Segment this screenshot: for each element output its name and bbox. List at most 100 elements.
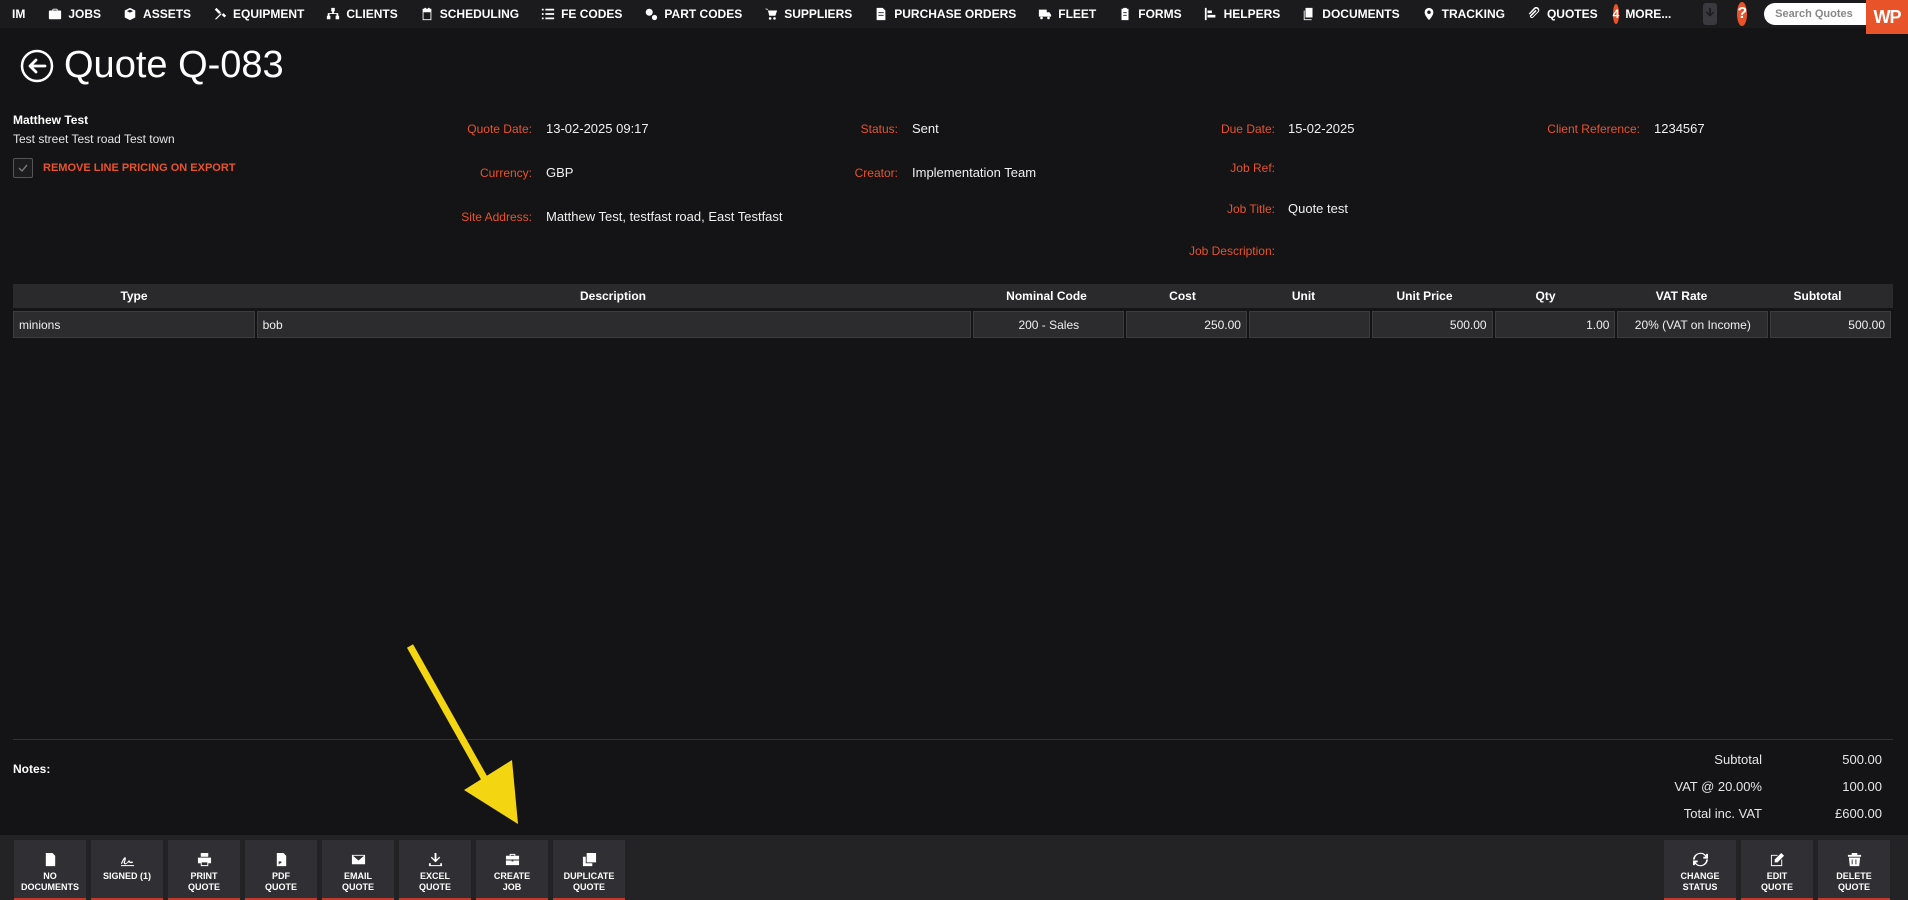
nav-more-button[interactable]: MORE... xyxy=(1619,0,1681,28)
top-nav-bar: IM JOBS ASSETS EQUIPMENT CLIENTS SCHEDUL… xyxy=(0,0,1908,28)
nav-item-jobs[interactable]: JOBS xyxy=(37,0,112,28)
nav-item-part-codes[interactable]: PART CODES xyxy=(633,0,753,28)
email-quote-button[interactable]: EMAIL QUOTE xyxy=(322,840,394,900)
nav-item-equipment[interactable]: EQUIPMENT xyxy=(202,0,315,28)
nav-item-label: SUPPLIERS xyxy=(784,7,853,21)
pdf-file-icon xyxy=(276,852,286,867)
button-label: DELETE QUOTE xyxy=(1836,871,1872,892)
divider xyxy=(13,739,1893,740)
line-items-table: Type Description Nominal Code Cost Unit … xyxy=(13,284,1893,338)
totals-panel: Subtotal 500.00 VAT @ 20.00% 100.00 Tota… xyxy=(1612,746,1882,827)
total-row: Total inc. VAT £600.00 xyxy=(1612,800,1882,827)
cell-unit-price: 500.00 xyxy=(1371,311,1493,338)
nav-item-label: DOCUMENTS xyxy=(1322,7,1400,21)
quote-date-label: Quote Date: xyxy=(467,122,532,136)
app-logo[interactable]: WP xyxy=(1866,0,1908,34)
button-label: CHANGE STATUS xyxy=(1680,871,1720,892)
cell-description: bob xyxy=(256,311,972,338)
clone-icon xyxy=(582,852,596,867)
status-label: Status: xyxy=(860,122,898,136)
nav-item-tracking[interactable]: TRACKING xyxy=(1411,0,1516,28)
back-arrow-icon[interactable] xyxy=(20,49,54,83)
column-header: Unit Price xyxy=(1396,289,1453,303)
edit-quote-button[interactable]: EDIT QUOTE xyxy=(1741,840,1813,900)
nav-item-assets[interactable]: ASSETS xyxy=(112,0,202,28)
client-name[interactable]: Matthew Test xyxy=(13,113,88,127)
change-status-button[interactable]: CHANGE STATUS xyxy=(1664,840,1736,900)
site-address-label: Site Address: xyxy=(461,210,532,224)
download-button[interactable] xyxy=(1703,3,1718,25)
nav-item-label: FLEET xyxy=(1058,7,1097,21)
nav-item-label: HELPERS xyxy=(1223,7,1281,21)
clipboard-icon xyxy=(1121,7,1129,21)
nav-item-documents[interactable]: DOCUMENTS xyxy=(1291,0,1410,28)
title-row: Quote Q-083 xyxy=(20,44,284,87)
job-ref-label: Job Ref: xyxy=(1230,161,1275,175)
create-job-button[interactable]: CREATE JOB xyxy=(476,840,548,900)
printer-icon xyxy=(197,852,211,867)
subtotal-row: Subtotal 500.00 xyxy=(1612,746,1882,773)
nav-item-helpers[interactable]: HELPERS xyxy=(1193,0,1292,28)
pdf-quote-button[interactable]: PDF QUOTE xyxy=(245,840,317,900)
nav-item-label: SCHEDULING xyxy=(439,7,520,21)
nav-item-clients[interactable]: CLIENTS xyxy=(315,0,408,28)
nav-item-label: FE CODES xyxy=(561,7,623,21)
no-documents-button[interactable]: NO DOCUMENTS xyxy=(14,840,86,900)
file-invoice-icon xyxy=(876,7,886,21)
button-label: PDF QUOTE xyxy=(264,871,297,892)
cube-icon xyxy=(124,7,136,21)
total-label: Total inc. VAT xyxy=(1683,806,1762,821)
nav-item-fe-codes[interactable]: FE CODES xyxy=(530,0,633,28)
cell-nominal-code: 200 - Sales xyxy=(973,311,1125,338)
nav-item-purchase-orders[interactable]: PURCHASE ORDERS xyxy=(863,0,1027,28)
nav-item-label: JOBS xyxy=(68,7,102,21)
signed-button[interactable]: SIGNED (1) xyxy=(91,840,163,900)
nav-item-label: PART CODES xyxy=(664,7,743,21)
truck-icon xyxy=(1039,9,1052,20)
user-plus-icon xyxy=(1204,7,1215,21)
button-label: SIGNED (1) xyxy=(102,871,151,881)
column-header: Unit xyxy=(1291,289,1316,303)
client-address: Test street Test road Test town xyxy=(13,132,175,146)
tools-icon xyxy=(214,7,227,20)
sitemap-icon xyxy=(327,7,340,20)
bottom-action-bar: NO DOCUMENTS SIGNED (1) PRINT QUOTE PDF … xyxy=(0,835,1908,900)
column-header: Cost xyxy=(1169,289,1196,303)
help-button[interactable]: ? xyxy=(1737,2,1748,26)
status-value: Sent xyxy=(912,121,939,136)
remove-pricing-option[interactable]: REMOVE LINE PRICING ON EXPORT xyxy=(13,158,236,178)
job-description-label: Job Description: xyxy=(1188,244,1275,258)
copy-icon xyxy=(1304,7,1313,21)
remove-pricing-label: REMOVE LINE PRICING ON EXPORT xyxy=(43,162,236,174)
excel-quote-button[interactable]: EXCEL QUOTE xyxy=(399,840,471,900)
nav-item-quotes[interactable]: QUOTES xyxy=(1516,0,1609,28)
button-label: CREATE JOB xyxy=(493,871,531,892)
refresh-icon xyxy=(1692,852,1708,867)
nav-item-label: ASSETS xyxy=(143,7,192,21)
remove-pricing-checkbox[interactable] xyxy=(13,158,33,178)
currency-label: Currency: xyxy=(479,166,532,180)
file-icon xyxy=(45,852,55,867)
site-address-value: Matthew Test, testfast road, East Testfa… xyxy=(546,209,783,224)
download-icon xyxy=(1705,7,1715,17)
nav-item-forms[interactable]: FORMS xyxy=(1107,0,1192,28)
print-quote-button[interactable]: PRINT QUOTE xyxy=(168,840,240,900)
column-header: Subtotal xyxy=(1793,289,1842,303)
delete-quote-button[interactable]: DELETE QUOTE xyxy=(1818,840,1890,900)
toolbox-icon xyxy=(505,853,519,866)
vat-label: VAT @ 20.00% xyxy=(1674,779,1762,794)
duplicate-quote-button[interactable]: DUPLICATE QUOTE xyxy=(553,840,625,900)
table-header-row: Type Description Nominal Code Cost Unit … xyxy=(13,284,1893,308)
annotation-arrow xyxy=(406,644,518,824)
nav-brand[interactable]: IM xyxy=(0,7,37,21)
column-header: Nominal Code xyxy=(1006,289,1087,303)
button-label: EXCEL QUOTE xyxy=(418,871,451,892)
cell-qty: 1.00 xyxy=(1494,311,1616,338)
table-row[interactable]: minions bob 200 - Sales 250.00 500.00 1.… xyxy=(13,311,1893,338)
nav-item-suppliers[interactable]: SUPPLIERS xyxy=(753,0,863,28)
due-date-value: 15-02-2025 xyxy=(1288,121,1355,136)
nav-item-scheduling[interactable]: SCHEDULING xyxy=(409,0,530,28)
cogs-icon xyxy=(646,8,658,21)
nav-item-fleet[interactable]: FLEET xyxy=(1027,0,1107,28)
button-label: DUPLICATE QUOTE xyxy=(563,871,615,892)
